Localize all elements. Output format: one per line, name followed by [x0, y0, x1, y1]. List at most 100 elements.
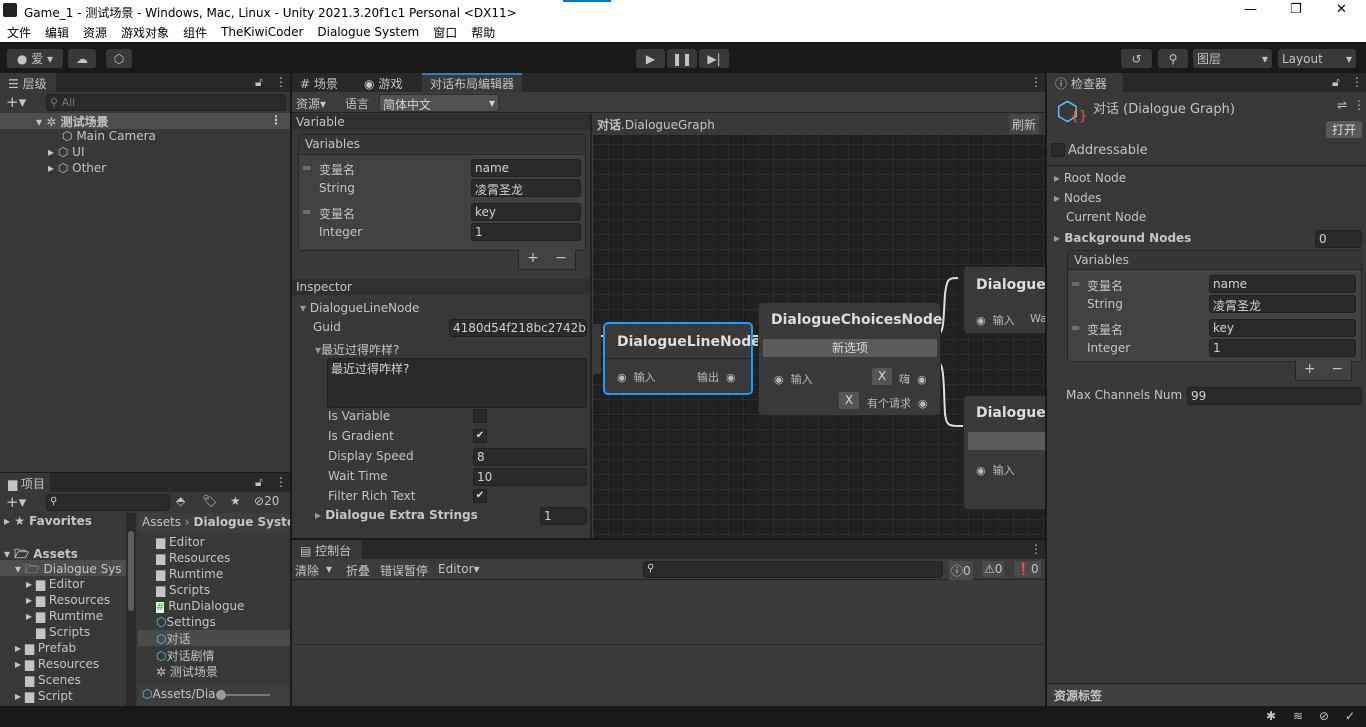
- history-button[interactable]: ↺: [1121, 49, 1152, 68]
- new-option-button[interactable]: 新选项: [763, 339, 937, 357]
- layers-dropdown[interactable]: 图层 ▾: [1193, 49, 1272, 68]
- more-icon[interactable]: ⋮: [1030, 542, 1042, 556]
- hierarchy-search-input[interactable]: ⚲ All: [46, 94, 286, 111]
- tree-rumtime[interactable]: ▸ ▆ Rumtime: [26, 609, 103, 623]
- collapse-toggle[interactable]: 折叠: [346, 562, 370, 579]
- extra-strings-foldout[interactable]: ▸ Dialogue Extra Strings: [315, 508, 478, 522]
- var-name-field[interactable]: key: [1209, 319, 1356, 337]
- lock-icon[interactable]: 🔓︎: [1332, 75, 1340, 90]
- tab-scene[interactable]: # 场景: [292, 73, 346, 92]
- maximize-button[interactable]: ❐: [1290, 2, 1302, 17]
- editor-dropdown[interactable]: Editor▾: [438, 562, 480, 576]
- file-rundialogue[interactable]: # RunDialogue: [156, 599, 244, 613]
- hierarchy-item-main-camera[interactable]: ⬡ Main Camera: [62, 129, 156, 143]
- menu-component[interactable]: 组件: [183, 24, 207, 41]
- input-port[interactable]: ◉ 输入: [617, 369, 656, 385]
- var-value-field[interactable]: 1: [471, 223, 581, 241]
- file-resources[interactable]: ▆ Resources: [156, 551, 230, 565]
- filter-label-icon[interactable]: 🏷︎: [202, 494, 217, 508]
- close-button[interactable]: ✕: [1336, 2, 1347, 17]
- background-nodes-count[interactable]: 0: [1315, 230, 1362, 248]
- var-name-field[interactable]: name: [471, 159, 581, 177]
- var-value-field[interactable]: 凌霄圣龙: [471, 179, 581, 197]
- clear-button[interactable]: 清除: [295, 562, 319, 579]
- nodes-foldout[interactable]: ▸ Nodes: [1054, 191, 1101, 205]
- remove-variable-button[interactable]: −: [555, 250, 567, 269]
- display-speed-field[interactable]: 8: [473, 448, 587, 466]
- menu-dialogue-system[interactable]: Dialogue System: [317, 25, 419, 39]
- addressable-checkbox[interactable]: [1051, 143, 1065, 157]
- scene-row[interactable]: ▾ ✲ 测试场景 ⋮: [0, 113, 290, 129]
- filter-type-icon[interactable]: ⬘: [176, 494, 185, 508]
- play-button[interactable]: ▶: [636, 49, 665, 68]
- drag-handle-icon[interactable]: ═: [303, 161, 310, 175]
- account-dropdown[interactable]: ● 爱 ▾: [7, 49, 63, 68]
- language-dropdown[interactable]: 简体中文 ▾: [379, 94, 499, 112]
- input-port[interactable]: ◉ 输入: [976, 312, 1015, 328]
- console-search-input[interactable]: ⚲: [643, 561, 943, 578]
- asset-labels-header[interactable]: 资源标签: [1047, 683, 1366, 706]
- menu-file[interactable]: 文件: [7, 24, 31, 41]
- minimize-button[interactable]: —: [1244, 2, 1257, 17]
- is-variable-checkbox[interactable]: [473, 409, 487, 423]
- filter-rich-text-checkbox[interactable]: ✔: [473, 489, 487, 503]
- tree-resources-root[interactable]: ▸ ▆ Resources: [15, 657, 99, 671]
- favorites-star-icon[interactable]: ★: [230, 494, 241, 508]
- remove-choice-button[interactable]: X: [839, 392, 859, 409]
- tree-resources[interactable]: ▸ ▆ Resources: [26, 593, 110, 607]
- tree-dialogue-system[interactable]: ▾ 🗁︎ Dialogue Sys: [0, 560, 126, 576]
- debug-bug-icon[interactable]: ✱: [1266, 709, 1276, 723]
- tab-game[interactable]: ◉ 游戏: [356, 73, 410, 92]
- drag-handle-icon[interactable]: ═: [1072, 277, 1079, 291]
- tree-editor[interactable]: ▸ ▆ Editor: [26, 577, 84, 591]
- menu-help[interactable]: 帮助: [471, 24, 495, 41]
- tree-favorites[interactable]: ▸ ★ Favorites: [4, 514, 92, 528]
- tab-console[interactable]: ▤ 控制台: [292, 540, 362, 559]
- file-dialogue-selected[interactable]: ⬡对话: [138, 630, 290, 646]
- more-icon[interactable]: ⋮: [1030, 75, 1042, 89]
- is-gradient-checkbox[interactable]: ✔: [473, 429, 487, 443]
- drag-handle-icon[interactable]: ═: [1072, 321, 1079, 335]
- pause-button[interactable]: ❚❚: [667, 49, 697, 68]
- tree-scripts[interactable]: ▆ Scripts: [36, 625, 90, 639]
- input-port[interactable]: ◉ 输入: [774, 371, 813, 387]
- menu-thekiwicoder[interactable]: TheKiwiCoder: [221, 25, 303, 39]
- tree-scrollbar[interactable]: [126, 513, 136, 706]
- tree-prefab[interactable]: ▸ ▆ Prefab: [15, 641, 76, 655]
- auto-generate-lighting-icon[interactable]: ⊘: [1319, 709, 1329, 723]
- project-search-input[interactable]: ⚲: [46, 494, 170, 511]
- assets-dropdown[interactable]: 资源▾: [296, 95, 326, 112]
- new-option-button[interactable]: [968, 432, 1045, 450]
- check-circle-icon[interactable]: ✓: [1345, 709, 1355, 723]
- tab-dialogue-editor[interactable]: 对话布局编辑器: [422, 73, 523, 92]
- extra-strings-count[interactable]: 1: [540, 507, 587, 525]
- line-foldout[interactable]: ▾最近过得咋样?: [315, 341, 399, 358]
- tree-script[interactable]: ▸ ▆ Script: [15, 689, 73, 703]
- var-value-field[interactable]: 凌霄圣龙: [1209, 295, 1356, 313]
- guid-field[interactable]: 4180d54f218bc2742b5: [449, 319, 587, 337]
- step-button[interactable]: ▶|: [699, 49, 729, 68]
- hierarchy-item-ui[interactable]: ▸ ⬡ UI: [48, 145, 84, 159]
- menu-gameobject[interactable]: 游戏对象: [121, 24, 169, 41]
- breadcrumb-assets[interactable]: Assets: [142, 515, 181, 529]
- log-toggle[interactable]: ⓘ0: [949, 561, 973, 580]
- more-icon[interactable]: ⋮: [275, 75, 287, 89]
- dialogue-choices-node[interactable]: DialogueChoicesNode 新选项 ◉ 输入 X 嗨 ◉ X 有个请…: [758, 302, 942, 416]
- tab-inspector[interactable]: ⓘ 检查器: [1047, 73, 1123, 92]
- var-name-field[interactable]: name: [1209, 275, 1356, 293]
- root-node-foldout[interactable]: ▸ Root Node: [1054, 171, 1126, 185]
- tab-project[interactable]: ▆ 项目: [0, 473, 50, 492]
- dialogue-line-node[interactable]: DialogueLineNode ◉ 输入 输出 ◉: [603, 322, 761, 395]
- graph-view[interactable]: 对话.DialogueGraph 刷新 DialogueLineNode ◉ 输…: [593, 114, 1045, 538]
- hidden-packages-toggle[interactable]: ⊘20: [254, 494, 279, 508]
- lock-icon[interactable]: 🔓︎: [255, 475, 263, 490]
- tab-hierarchy[interactable]: ☰ 层级: [0, 73, 56, 92]
- add-variable-button[interactable]: +: [1304, 361, 1316, 380]
- file-rumtime[interactable]: ▆ Rumtime: [156, 567, 223, 581]
- remove-choice-button[interactable]: X: [872, 368, 892, 385]
- dialogue-choices-node-2[interactable]: DialogueCl ◉ 输入: [963, 395, 1045, 510]
- error-toggle[interactable]: ❗0: [1014, 561, 1041, 577]
- remove-variable-button[interactable]: −: [1331, 361, 1343, 380]
- icon-size-slider[interactable]: [215, 689, 270, 700]
- line-text-area[interactable]: 最近过得咋样?: [327, 358, 587, 408]
